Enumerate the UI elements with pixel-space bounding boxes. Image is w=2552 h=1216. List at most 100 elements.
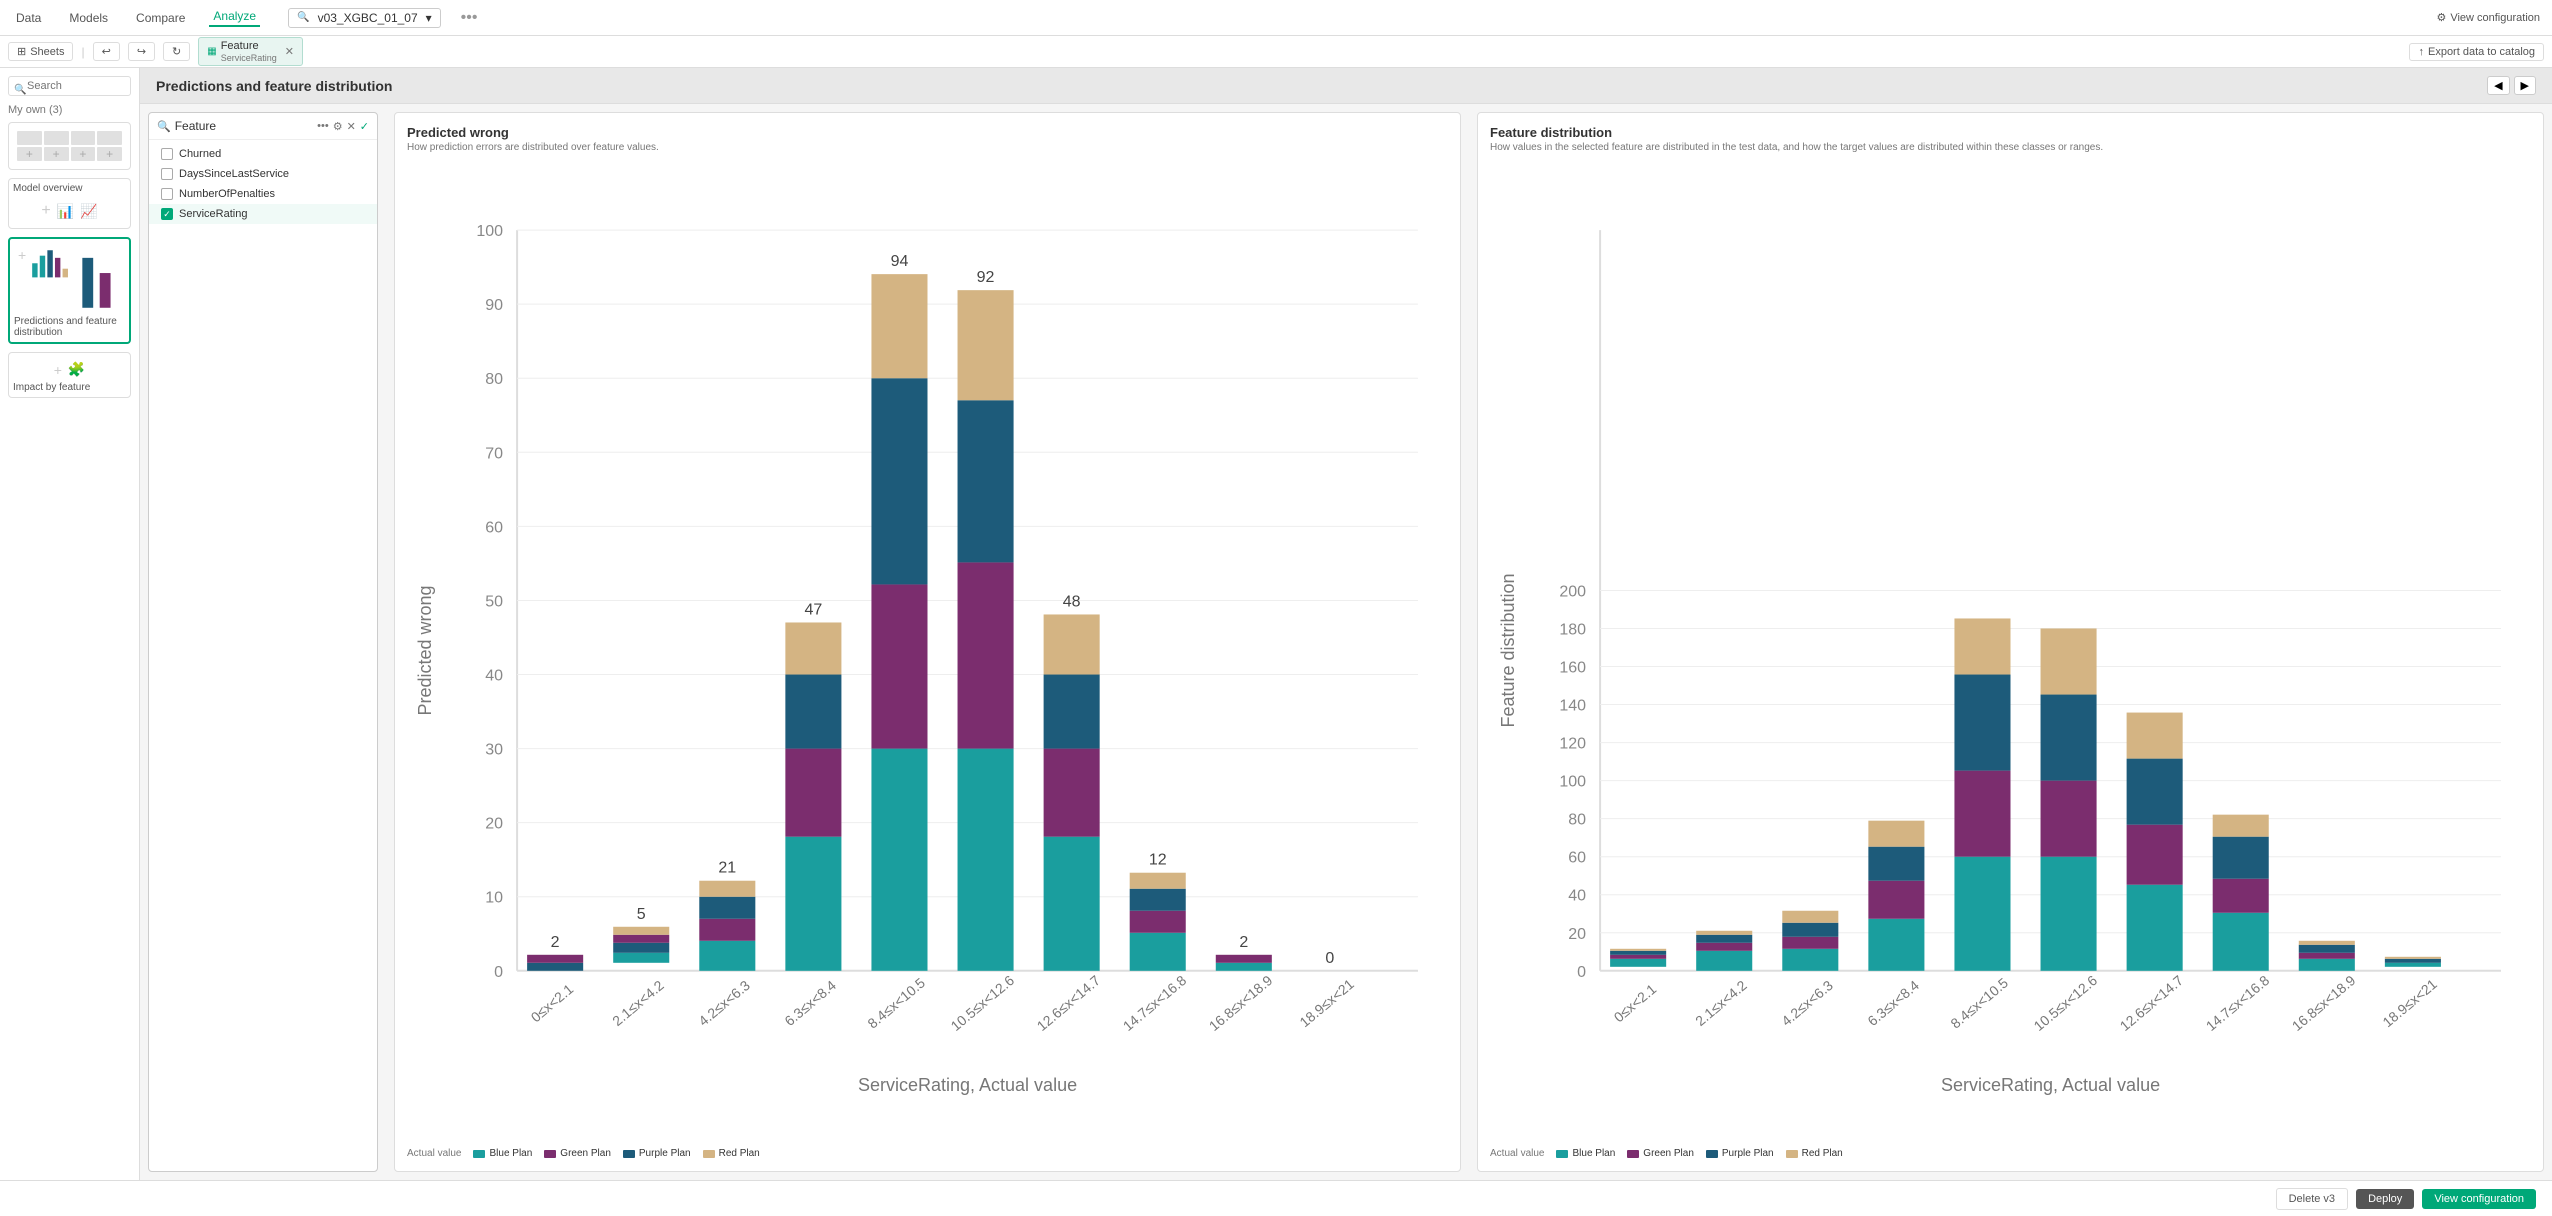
sidebar-card-model-overview[interactable]: Model overview + 📊 📈 [8, 178, 131, 229]
settings-icon-sm[interactable]: ⚙ [333, 120, 343, 133]
feature-item-servicerating[interactable]: ✓ ServiceRating [149, 204, 377, 224]
sidebar-card-impact[interactable]: + 🧩 Impact by feature [8, 352, 131, 398]
feature-label-days: DaysSinceLastService [179, 168, 289, 180]
sheets-label: Sheets [30, 46, 64, 58]
top-nav: Data Models Compare Analyze 🔍 v03_XGBC_0… [0, 0, 2552, 36]
grid-icon: ⊞ [17, 45, 26, 58]
checkbox-penalties[interactable] [161, 188, 173, 200]
sheets-btn[interactable]: ⊞ Sheets [8, 42, 73, 61]
checkbox-servicerating[interactable]: ✓ [161, 208, 173, 220]
legend-green-2: Green Plan [1627, 1148, 1694, 1159]
bar-group-6: 48 [1044, 593, 1100, 970]
checkbox-days[interactable] [161, 168, 173, 180]
svg-text:2.1≤x<4.2: 2.1≤x<4.2 [609, 977, 667, 1029]
checkbox-churned[interactable] [161, 148, 173, 160]
svg-text:80: 80 [485, 371, 503, 388]
predicted-wrong-panel: Predicted wrong How prediction errors ar… [394, 112, 1461, 1172]
svg-text:100: 100 [476, 223, 503, 240]
svg-text:5: 5 [637, 906, 646, 923]
svg-text:48: 48 [1063, 593, 1081, 610]
svg-text:20: 20 [485, 816, 503, 833]
svg-text:18.9≤x<21: 18.9≤x<21 [1296, 976, 1357, 1031]
mini-bar-chart [30, 247, 73, 280]
legend-color-purple-1 [623, 1150, 635, 1158]
svg-text:0: 0 [1325, 950, 1334, 967]
page-header: Predictions and feature distribution ◀ ▶ [140, 68, 2552, 104]
feature-tab[interactable]: ▦ Feature ServiceRating ✕ [198, 37, 303, 67]
bar-group-1: 5 [613, 906, 669, 963]
svg-text:47: 47 [804, 601, 822, 618]
svg-text:8.4≤x<10.5: 8.4≤x<10.5 [864, 974, 928, 1031]
sidebar-card-mini[interactable]: + + + + [8, 122, 131, 170]
svg-text:ServiceRating, Actual value: ServiceRating, Actual value [858, 1075, 1077, 1095]
nav-models[interactable]: Models [65, 11, 112, 25]
more-options-icon[interactable]: ••• [461, 9, 478, 27]
model-selector[interactable]: 🔍 v03_XGBC_01_07 ▾ [288, 8, 441, 28]
legend-blue-2: Blue Plan [1556, 1148, 1615, 1159]
svg-text:40: 40 [1568, 888, 1586, 905]
legend-label-blue-1: Blue Plan [489, 1148, 532, 1159]
legend-color-blue-2 [1556, 1150, 1568, 1158]
close-icon[interactable]: ✕ [347, 120, 356, 133]
tab-icon: ▦ [207, 46, 216, 57]
plus-icon-2: + [18, 247, 26, 312]
plus-icon-1: + [41, 202, 50, 220]
delete-btn[interactable]: Delete v3 [2276, 1188, 2348, 1210]
view-config-btn[interactable]: View configuration [2422, 1189, 2536, 1209]
undo-btn[interactable]: ↩ [93, 42, 120, 61]
chevron-down-icon: ▾ [426, 11, 432, 25]
sidebar-card-predictions[interactable]: + Predictions and feature distribution [8, 237, 131, 344]
redo-btn[interactable]: ↪ [128, 42, 155, 61]
predicted-wrong-legend: Actual value Blue Plan Green Plan Purple… [407, 1148, 1448, 1159]
check-icon[interactable]: ✓ [360, 120, 369, 133]
fd-bar-7 [2213, 815, 2269, 971]
page-header-nav: ◀ ▶ [2487, 76, 2536, 95]
fd-bar-5 [2041, 628, 2097, 970]
bar-group-4: 94 [871, 253, 927, 971]
plus-icon-3: + [54, 362, 62, 378]
export-btn[interactable]: ↑ Export data to catalog [2409, 43, 2544, 61]
search-wrapper: 🔍 [8, 76, 131, 104]
svg-text:40: 40 [485, 668, 503, 685]
svg-text:100: 100 [1559, 774, 1586, 791]
svg-text:0≤x<2.1: 0≤x<2.1 [528, 981, 577, 1026]
legend-label-blue-2: Blue Plan [1572, 1148, 1615, 1159]
refresh-btn[interactable]: ↻ [163, 42, 190, 61]
more-icon[interactable]: ••• [317, 120, 329, 133]
feature-item-penalties[interactable]: NumberOfPenalties [149, 184, 377, 204]
svg-text:ServiceRating, Actual value: ServiceRating, Actual value [1941, 1075, 2160, 1095]
svg-text:Feature distribution: Feature distribution [1498, 573, 1518, 727]
fd-bar-4 [1954, 618, 2010, 970]
search-icon: 🔍 [14, 85, 26, 96]
fd-bar-0 [1610, 949, 1666, 967]
nav-data[interactable]: Data [12, 11, 45, 25]
view-configuration-btn[interactable]: ⚙ View configuration [2436, 11, 2540, 24]
deploy-btn[interactable]: Deploy [2356, 1189, 2414, 1209]
svg-text:160: 160 [1559, 660, 1586, 677]
feature-panel-title: Feature [175, 119, 313, 133]
feature-item-churned[interactable]: Churned [149, 144, 377, 164]
prev-btn[interactable]: ◀ [2487, 76, 2509, 95]
svg-text:10: 10 [485, 890, 503, 907]
next-btn[interactable]: ▶ [2514, 76, 2536, 95]
top-nav-right: ⚙ View configuration [2436, 11, 2540, 24]
legend-purple-2: Purple Plan [1706, 1148, 1774, 1159]
fd-bar-9 [2385, 957, 2441, 967]
feature-dist-subtitle: How values in the selected feature are d… [1490, 142, 2531, 153]
bar-group-2: 21 [699, 860, 755, 971]
svg-text:140: 140 [1559, 698, 1586, 715]
svg-text:10.5≤x<12.6: 10.5≤x<12.6 [948, 972, 1018, 1034]
svg-text:50: 50 [485, 593, 503, 610]
fd-bar-1 [1696, 931, 1752, 971]
feature-item-days[interactable]: DaysSinceLastService [149, 164, 377, 184]
nav-compare[interactable]: Compare [132, 11, 189, 25]
svg-text:0: 0 [494, 964, 503, 981]
my-own-title: My own (3) [8, 104, 131, 116]
svg-text:6.3≤x<8.4: 6.3≤x<8.4 [781, 977, 839, 1029]
legend-label-green-1: Green Plan [560, 1148, 611, 1159]
tab-close-icon[interactable]: ✕ [285, 45, 294, 58]
legend-blue-1: Blue Plan [473, 1148, 532, 1159]
nav-analyze[interactable]: Analyze [209, 9, 260, 27]
fd-bar-2 [1782, 911, 1838, 971]
predicted-wrong-title: Predicted wrong [407, 125, 1448, 140]
